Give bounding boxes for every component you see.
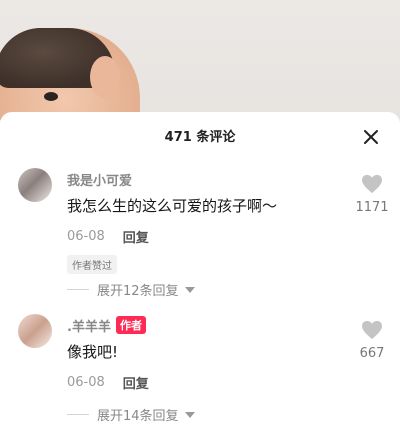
chevron-down-icon bbox=[184, 286, 195, 293]
like-button[interactable]: 1171 bbox=[350, 174, 394, 215]
comment-username[interactable]: .羊羊羊 bbox=[67, 316, 111, 335]
video-frame-eye bbox=[44, 92, 58, 101]
avatar[interactable] bbox=[18, 314, 52, 348]
reply-button[interactable]: 回复 bbox=[123, 227, 149, 246]
close-button[interactable] bbox=[360, 126, 382, 148]
video-background[interactable] bbox=[0, 0, 400, 120]
comment-sheet: 471 条评论 我是小可爱 我怎么生的这么可爱的孩子啊～ 06-08 回复 作者… bbox=[0, 112, 400, 440]
like-button[interactable]: 667 bbox=[350, 320, 394, 361]
reply-button[interactable]: 回复 bbox=[123, 373, 149, 392]
comment-author-row: .羊羊羊 作者 bbox=[67, 315, 146, 335]
expand-replies-button[interactable]: 展开14条回复 bbox=[67, 405, 197, 424]
comment-meta: 06-08 回复 bbox=[67, 373, 149, 392]
chevron-down-icon bbox=[184, 411, 195, 418]
author-tag: 作者 bbox=[115, 316, 146, 334]
comment-text[interactable]: 我怎么生的这么可爱的孩子啊～ bbox=[67, 195, 277, 216]
divider bbox=[67, 414, 89, 415]
expand-replies-button[interactable]: 展开12条回复 bbox=[67, 280, 197, 299]
like-count: 667 bbox=[359, 346, 385, 361]
close-icon bbox=[364, 130, 378, 144]
comment-date: 06-08 bbox=[67, 229, 105, 244]
divider bbox=[67, 289, 89, 290]
comment-count-title: 471 条评论 bbox=[164, 130, 236, 145]
heart-icon bbox=[362, 320, 382, 340]
like-count: 1171 bbox=[355, 200, 389, 215]
expand-replies-label: 展开14条回复 bbox=[97, 409, 179, 424]
heart-icon bbox=[362, 174, 382, 194]
video-frame-ear bbox=[90, 56, 120, 98]
avatar[interactable] bbox=[18, 168, 52, 202]
comment-text[interactable]: 像我吧! bbox=[67, 341, 118, 362]
comment-meta: 06-08 回复 bbox=[67, 227, 149, 246]
comment-author-row: 我是小可爱 bbox=[67, 169, 132, 189]
author-liked-badge: 作者赞过 bbox=[67, 255, 117, 274]
expand-replies-label: 展开12条回复 bbox=[97, 284, 179, 299]
comment-date: 06-08 bbox=[67, 375, 105, 390]
comment-username[interactable]: 我是小可爱 bbox=[67, 170, 132, 189]
comment-sheet-header: 471 条评论 bbox=[0, 112, 400, 156]
